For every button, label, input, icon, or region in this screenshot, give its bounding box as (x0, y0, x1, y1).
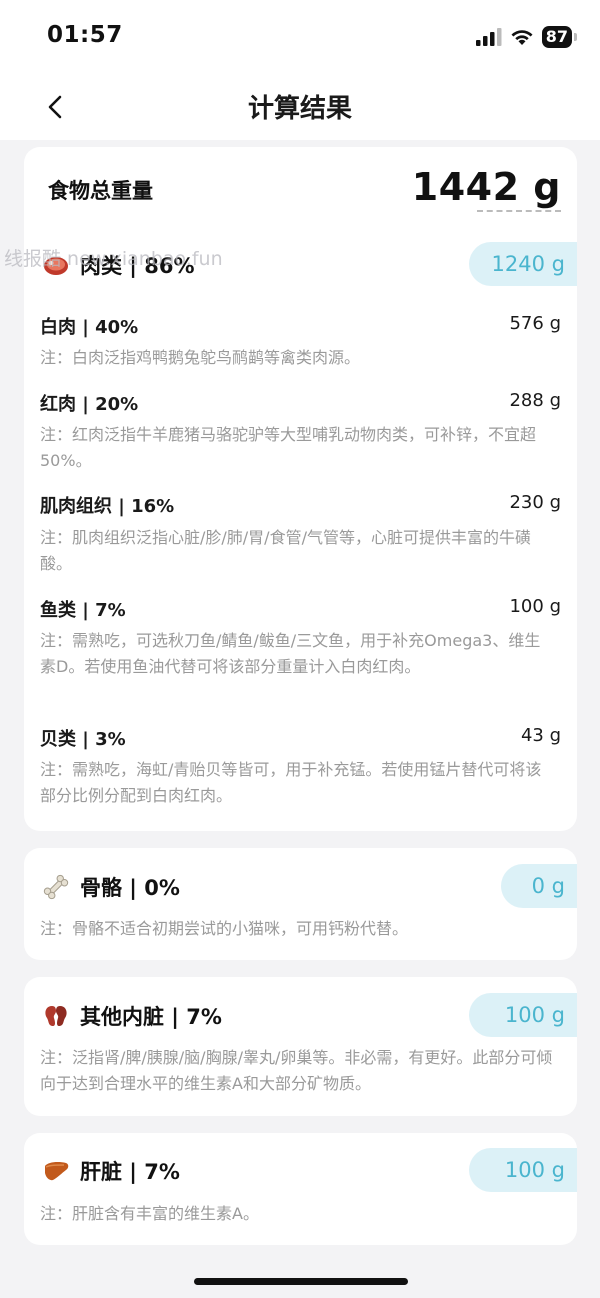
total-weight-value: 1442 g (411, 165, 561, 209)
organ-weight-pill: 100 g (469, 993, 577, 1037)
home-indicator[interactable] (194, 1278, 408, 1285)
signal-icon (475, 28, 502, 46)
item-note-shellfish: 注：需熟吃，海虹/青贻贝等皆可，用于补充锰。若使用锰片替代可将该部分比例分配到白… (40, 760, 542, 805)
item-note-white-meat: 注：白肉泛指鸡鸭鹅兔鸵鸟鸸鹋等禽类肉源。 (40, 348, 361, 367)
item-name-shellfish: 贝类 | 3% (40, 729, 126, 750)
organ-card: 其他内脏 | 7% 100 g 注：泛指肾/脾/胰腺/脑/胸腺/睾丸/卵巢等。非… (24, 977, 577, 1116)
organ-title: 其他内脏 | 7% (80, 1005, 222, 1029)
liver-header: 肝脏 | 7% (42, 1156, 180, 1186)
status-time: 01:57 (47, 22, 123, 48)
wifi-icon (511, 30, 533, 45)
bone-note: 注：骨骼不适合初期尝试的小猫咪，可用钙粉代替。 (40, 919, 409, 938)
organ-header: 其他内脏 | 7% (42, 1001, 222, 1031)
item-weight-muscle-tissue: 230 g (509, 492, 561, 513)
meat-weight-pill: 1240 g (469, 242, 577, 286)
kidney-icon (45, 1006, 67, 1026)
bone-header: 骨骼 | 0% (42, 872, 180, 902)
total-weight-label: 食物总重量 (48, 179, 153, 203)
page-title: 计算结果 (247, 94, 352, 124)
bone-card: 骨骼 | 0% 0 g 注：骨骼不适合初期尝试的小猫咪，可用钙粉代替。 (24, 848, 577, 960)
status-bar: 01:57 87 (0, 0, 600, 76)
item-note-fish: 注：需熟吃，可选秋刀鱼/鲭鱼/鲅鱼/三文鱼，用于补充Omega3、维生素D。若使… (40, 631, 541, 676)
bone-weight-pill: 0 g (501, 864, 577, 908)
item-name-white-meat: 白肉 | 40% (40, 317, 139, 338)
item-name-fish: 鱼类 | 7% (40, 600, 126, 621)
item-name-muscle-tissue: 肌肉组织 | 16% (40, 496, 175, 517)
watermark: 线报酷 new.xianbao.fun (4, 248, 223, 270)
item-note-red-meat: 注：红肉泛指牛羊鹿猪马骆驼驴等大型哺乳动物肉类，可补锌，不宜超50%。 (40, 425, 537, 470)
organ-note: 注：泛指肾/脾/胰腺/脑/胸腺/睾丸/卵巢等。非必需，有更好。此部分可倾向于达到… (40, 1048, 553, 1093)
liver-icon (45, 1162, 69, 1181)
liver-title: 肝脏 | 7% (80, 1160, 180, 1184)
liver-note: 注：肝脏含有丰富的维生素A。 (40, 1204, 259, 1223)
nav-bar: 计算结果 (0, 76, 600, 140)
battery-icon: 87 (541, 26, 578, 48)
status-icons: 87 (475, 26, 578, 48)
total-underline (477, 210, 561, 212)
item-weight-white-meat: 576 g (509, 313, 561, 334)
bone-icon (43, 874, 69, 900)
liver-card: 肝脏 | 7% 100 g 注：肝脏含有丰富的维生素A。 (24, 1133, 577, 1245)
item-weight-red-meat: 288 g (509, 390, 561, 411)
bone-title: 骨骼 | 0% (80, 876, 180, 900)
item-name-red-meat: 红肉 | 20% (40, 394, 139, 415)
item-weight-shellfish: 43 g (520, 725, 561, 746)
item-weight-fish: 100 g (509, 596, 561, 617)
liver-weight-pill: 100 g (469, 1148, 577, 1192)
item-note-muscle-tissue: 注：肌肉组织泛指心脏/胗/肺/胃/食管/气管等，心脏可提供丰富的牛磺酸。 (40, 528, 531, 573)
